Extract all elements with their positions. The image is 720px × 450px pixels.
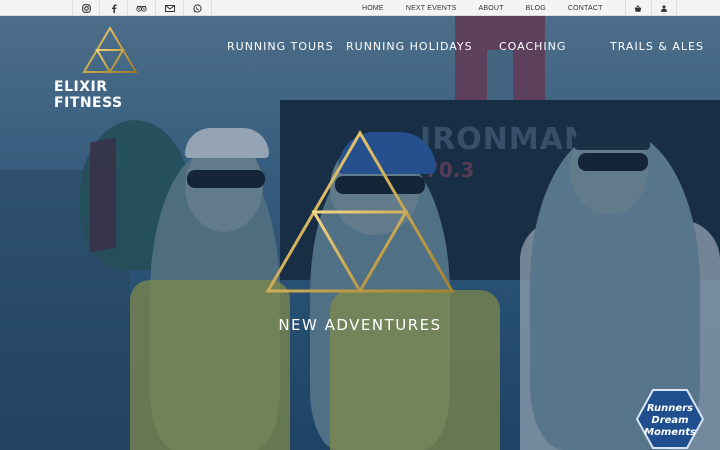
whatsapp-icon[interactable] [184,0,212,16]
user-icon[interactable] [650,0,677,16]
shopping-basket-icon[interactable] [624,0,651,16]
badge-text: Runners Dream Moments [636,403,704,439]
main-nav-running-holidays[interactable]: RUNNING HOLIDAYS [346,40,473,53]
elixir-fitness-logo[interactable]: ELIXIR FITNESS [54,26,166,111]
main-nav-trails-ales[interactable]: TRAILS & ALES [610,40,704,53]
top-utility-bar: HOME NEXT EVENTS ABOUT BLOG CONTACT [0,0,720,16]
runners-dream-moments-badge[interactable]: Runners Dream Moments [636,389,704,449]
top-nav-next-events-link[interactable]: NEXT EVENTS [406,5,457,12]
facebook-icon[interactable] [100,0,128,16]
tripadvisor-icon[interactable] [128,0,156,16]
top-nav: HOME NEXT EVENTS ABOUT BLOG CONTACT [362,0,677,16]
envelope-icon[interactable] [156,0,184,16]
top-nav-about-link[interactable]: ABOUT [479,5,504,12]
hero-tagline: NEW ADVENTURES [278,316,442,334]
badge-line-3: Moments [644,427,696,438]
logo-text: ELIXIR FITNESS [54,79,123,111]
top-nav-contact-link[interactable]: CONTACT [568,5,603,12]
hero-triforce-icon [265,130,455,294]
badge-line-1: Runners [646,403,694,414]
top-nav-home-link[interactable]: HOME [362,5,384,12]
main-nav-coaching[interactable]: COACHING [499,40,566,53]
main-nav: RUNNING TOURS RUNNING HOLIDAYS COACHING … [0,40,720,58]
main-nav-running-tours[interactable]: RUNNING TOURS [227,40,334,53]
instagram-icon[interactable] [72,0,100,16]
social-links [72,0,212,16]
top-nav-blog-link[interactable]: BLOG [526,5,546,12]
badge-line-2: Dream [651,415,689,426]
